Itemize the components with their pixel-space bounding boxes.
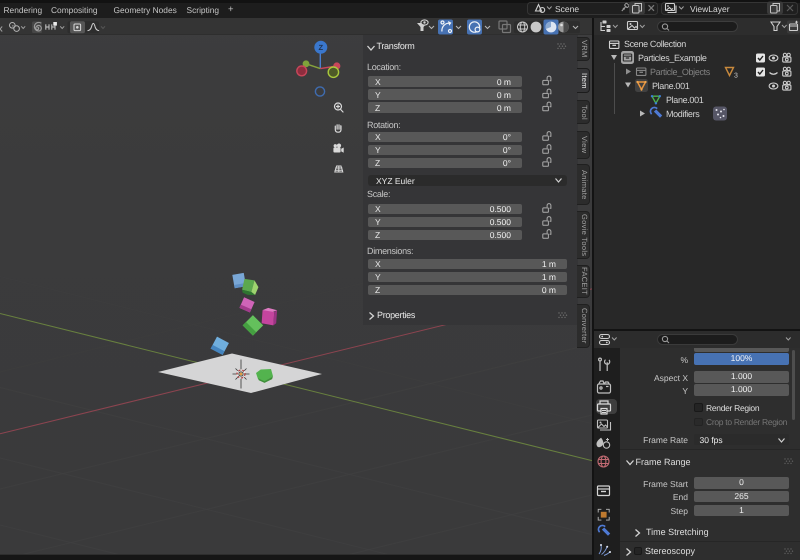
svg-text:Z: Z (319, 43, 324, 52)
svg-text:3: 3 (734, 73, 738, 80)
